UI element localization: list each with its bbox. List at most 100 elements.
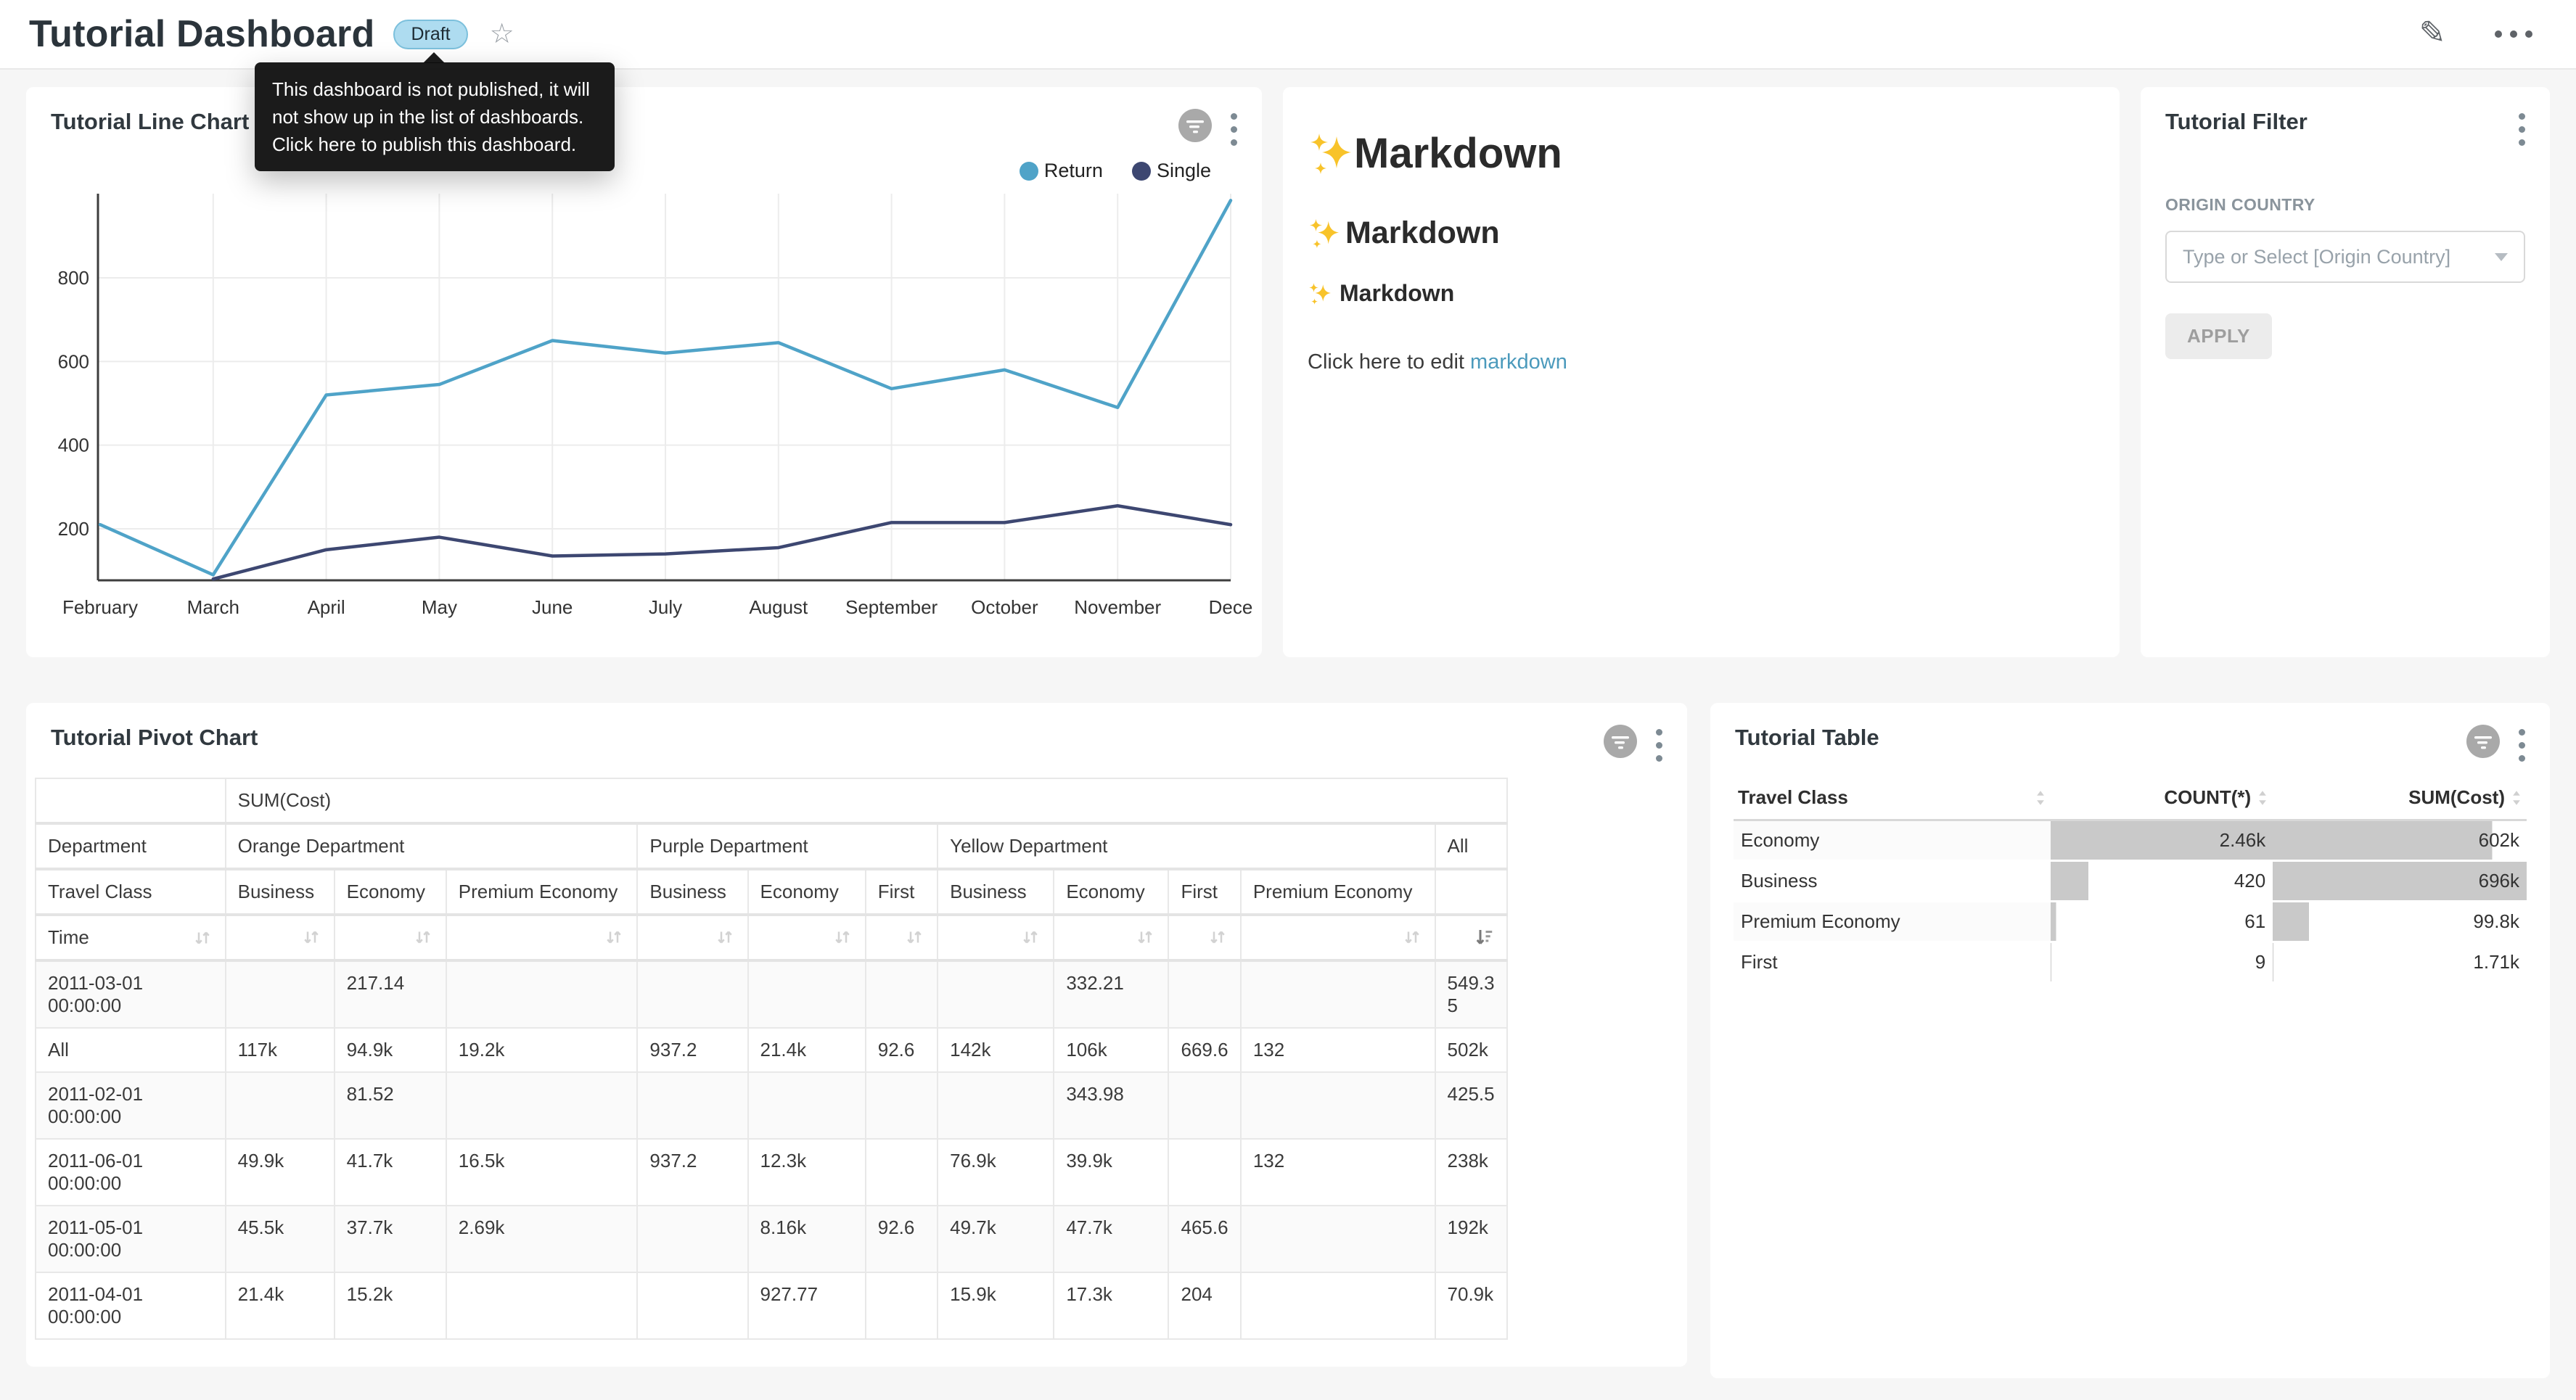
pivot-chart-title: Tutorial Pivot Chart [51,725,258,751]
sort-icon[interactable] [832,926,853,948]
sum-cell: 99.8k [2273,902,2527,942]
sort-icon[interactable] [1134,926,1156,948]
pivot-value-cell: 132 [1241,1139,1435,1206]
table-row: Business420696k [1734,861,2527,902]
legend-dot-icon [1020,162,1038,181]
pivot-value-cell: 15.2k [335,1272,446,1339]
pivot-value-cell: 8.16k [748,1206,866,1272]
header-more-menu-icon[interactable] [2495,30,2532,38]
column-sort-icon[interactable] [2511,788,2522,807]
draft-badge[interactable]: Draft [393,20,467,49]
table-card: Tutorial Table Travel ClassCOUNT(*)SUM(C… [1710,703,2550,1378]
pivot-value-cell: 2.69k [446,1206,638,1272]
pivot-value-cell: 117k [226,1028,335,1072]
origin-country-label: ORIGIN COUNTRY [2165,195,2525,215]
sort-icon[interactable] [603,926,625,948]
sort-icon[interactable] [412,926,434,948]
sort-icon[interactable] [1020,926,1041,948]
sort-descending-icon[interactable] [1473,926,1495,948]
pivot-value-cell [1241,1272,1435,1339]
pivot-class-header: Business [226,869,335,915]
travel-class-cell: Premium Economy [1734,902,2051,942]
pivot-value-cell [1168,1139,1240,1206]
pivot-class-header [1435,869,1507,915]
pivot-data-row: 2011-05-01 00:00:0045.5k37.7k2.69k8.16k9… [36,1206,1507,1272]
pivot-class-header: Premium Economy [1241,869,1435,915]
apply-button[interactable]: APPLY [2165,313,2272,359]
sort-icon[interactable] [1401,926,1423,948]
pivot-value-cell: 332.21 [1054,960,1168,1028]
pivot-value-cell [866,1139,938,1206]
pivot-class-header: Business [938,869,1054,915]
column-sort-icon[interactable] [2257,788,2268,807]
pivot-value-cell: 15.9k [938,1272,1054,1339]
table-header-row: Travel ClassCOUNT(*)SUM(Cost) [1734,776,2527,820]
pivot-value-cell [226,1072,335,1139]
pivot-data-row: 2011-02-01 00:00:0081.52343.98425.5 [36,1072,1507,1139]
pivot-value-cell: 106k [1054,1028,1168,1072]
sort-icon[interactable] [903,926,925,948]
pivot-value-cell: 465.6 [1168,1206,1240,1272]
column-header-sum-cost[interactable]: SUM(Cost) [2273,776,2527,820]
column-header-travel-class[interactable]: Travel Class [1734,776,2051,820]
pivot-sort-row: Time [36,915,1507,960]
pivot-value-cell: 49.9k [226,1139,335,1206]
filter-indicator-icon[interactable] [1604,725,1637,758]
sum-cell: 602k [2273,820,2527,861]
pivot-value-cell [446,1072,638,1139]
pivot-class-header: Economy [1054,869,1168,915]
pivot-time-label: Time [48,926,89,949]
dashboard-header: Tutorial Dashboard Draft ☆ ✎ [0,0,2576,70]
pivot-metric-row: SUM(Cost) [36,778,1507,823]
chart-kebab-menu-icon[interactable] [2519,725,2525,762]
pivot-department-row: DepartmentOrange DepartmentPurple Depart… [36,823,1507,869]
svg-text:May: May [422,596,457,618]
chevron-down-icon [2495,253,2508,261]
draft-tooltip[interactable]: This dashboard is not published, it will… [255,62,615,171]
pivot-data-row: All117k94.9k19.2k937.221.4k92.6142k106k6… [36,1028,1507,1072]
pivot-value-cell: 17.3k [1054,1272,1168,1339]
svg-text:600: 600 [58,350,89,372]
pivot-value-cell: 92.6 [866,1028,938,1072]
pivot-value-cell: 142k [938,1028,1054,1072]
sort-icon[interactable] [192,927,213,949]
legend-item-return[interactable]: Return [1020,160,1103,182]
table-row: Premium Economy6199.8k [1734,902,2527,942]
pivot-group-header: Purple Department [637,823,938,869]
column-header-count[interactable]: COUNT(*) [2051,776,2273,820]
pivot-value-cell [938,1072,1054,1139]
pivot-time-value: All [36,1028,226,1072]
table-row: First91.71k [1734,942,2527,983]
pivot-value-cell [1241,1072,1435,1139]
filter-indicator-icon[interactable] [2466,725,2500,758]
chart-kebab-menu-icon[interactable] [1656,725,1662,762]
pivot-value-cell [866,1272,938,1339]
line-chart-card: Tutorial Line Chart ReturnSingle 2004006… [26,87,1262,657]
pivot-value-cell [866,1072,938,1139]
edit-pencil-icon[interactable]: ✎ [2413,16,2451,53]
svg-text:September: September [845,596,938,618]
column-sort-icon[interactable] [2035,788,2046,807]
legend-dot-icon [1132,162,1151,181]
legend-item-single[interactable]: Single [1132,160,1211,182]
pivot-time-value: 2011-04-01 00:00:00 [36,1272,226,1339]
pivot-value-cell: 12.3k [748,1139,866,1206]
sort-icon[interactable] [300,926,322,948]
markdown-edit-link[interactable]: markdown [1470,350,1567,374]
pivot-time-value: 2011-03-01 00:00:00 [36,960,226,1028]
sort-icon[interactable] [1207,926,1228,948]
origin-country-select[interactable]: Type or Select [Origin Country] [2165,231,2525,283]
filter-kebab-menu-icon[interactable] [2519,109,2525,146]
pivot-value-cell: 425.5 [1435,1072,1507,1139]
pivot-value-cell: 19.2k [446,1028,638,1072]
pivot-value-cell: 37.7k [335,1206,446,1272]
pivot-value-cell: 927.77 [748,1272,866,1339]
pivot-value-cell [637,1206,747,1272]
svg-text:Dece: Dece [1209,596,1253,618]
sparkles-icon [1308,131,1354,177]
markdown-h1: Markdown [1308,129,2095,178]
favorite-star-icon[interactable]: ☆ [490,20,514,48]
count-cell: 9 [2051,942,2273,983]
pivot-value-cell: 549.35 [1435,960,1507,1028]
sort-icon[interactable] [714,926,736,948]
